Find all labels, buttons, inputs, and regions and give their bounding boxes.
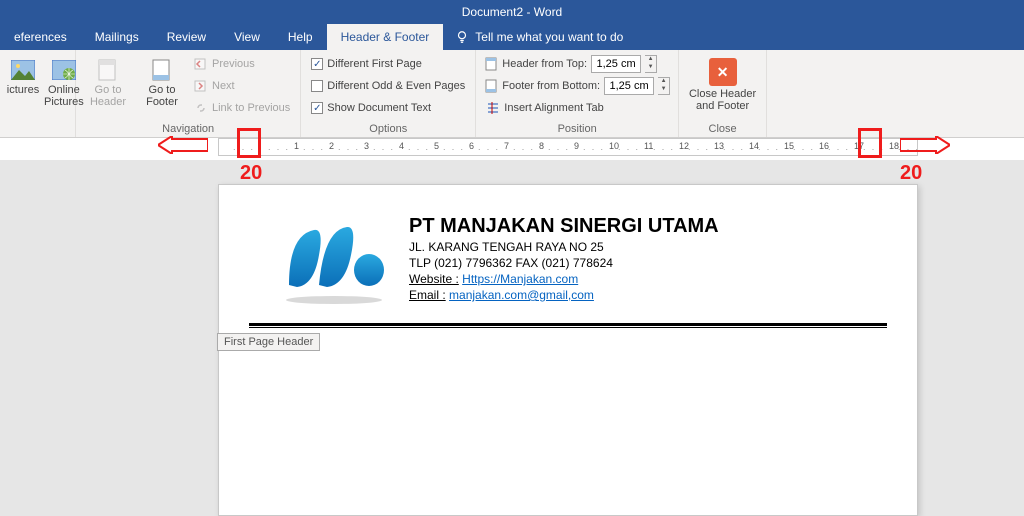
tab-help[interactable]: Help xyxy=(274,24,327,50)
tab-mailings[interactable]: Mailings xyxy=(81,24,153,50)
group-options: ✓ Different First Page Different Odd & E… xyxy=(301,50,476,137)
ribbon: ictures Online Pictures Go to Header Go … xyxy=(0,50,1024,138)
pictures-button[interactable]: ictures xyxy=(8,54,38,133)
previous-icon xyxy=(194,57,208,71)
tab-header-footer[interactable]: Header & Footer xyxy=(327,24,444,50)
checkbox-icon: ✓ xyxy=(311,58,323,70)
insert-alignment-tab-button[interactable]: Insert Alignment Tab xyxy=(484,98,670,118)
annotation-right-arrow-icon xyxy=(900,136,950,154)
close-header-footer-button[interactable]: ✕ Close Header and Footer xyxy=(683,54,763,112)
email-label: Email : xyxy=(409,288,446,302)
goto-footer-button[interactable]: Go to Footer xyxy=(138,54,186,121)
company-logo xyxy=(279,215,389,305)
previous-button: Previous xyxy=(192,54,292,74)
company-phone: TLP (021) 7796362 FAX (021) 778624 xyxy=(409,256,719,270)
website-label: Website : xyxy=(409,272,459,286)
window-title: Document2 - Word xyxy=(462,5,562,19)
different-odd-even-checkbox[interactable]: Different Odd & Even Pages xyxy=(309,76,467,96)
document-workspace: PT MANJAKAN SINERGI UTAMA JL. KARANG TEN… xyxy=(0,160,1024,516)
annotation-right-margin-box xyxy=(858,128,882,158)
header-content[interactable]: PT MANJAKAN SINERGI UTAMA JL. KARANG TEN… xyxy=(219,185,917,315)
position-group-label: Position xyxy=(484,121,670,135)
picture-icon xyxy=(11,60,35,80)
link-icon xyxy=(194,101,208,115)
link-previous-button: Link to Previous xyxy=(192,98,292,118)
header-tag: First Page Header xyxy=(217,333,320,351)
show-document-text-checkbox[interactable]: ✓ Show Document Text xyxy=(309,98,467,118)
tab-review[interactable]: Review xyxy=(153,24,220,50)
document-page[interactable]: PT MANJAKAN SINERGI UTAMA JL. KARANG TEN… xyxy=(218,184,918,516)
company-address: JL. KARANG TENGAH RAYA NO 25 xyxy=(409,240,719,254)
close-icon: ✕ xyxy=(709,58,737,86)
group-close: ✕ Close Header and Footer Close xyxy=(679,50,767,137)
tab-view[interactable]: View xyxy=(220,24,274,50)
options-group-label: Options xyxy=(309,121,467,135)
header-top-spinner[interactable]: ▲▼ xyxy=(645,55,657,73)
close-group-label: Close xyxy=(687,121,758,135)
tell-me-search[interactable]: Tell me what you want to do xyxy=(443,24,623,50)
different-first-page-checkbox[interactable]: ✓ Different First Page xyxy=(309,54,467,74)
tab-references[interactable]: eferences xyxy=(0,24,81,50)
title-bar: Document2 - Word xyxy=(0,0,1024,24)
header-divider xyxy=(249,323,887,328)
checkbox-icon: ✓ xyxy=(311,102,323,114)
footer-bottom-input[interactable] xyxy=(604,77,654,95)
group-navigation: Go to Header Go to Footer Previous Next … xyxy=(76,50,301,137)
annotation-left-arrow-icon xyxy=(158,136,208,154)
header-top-icon xyxy=(484,57,498,71)
annotation-left-margin-box xyxy=(237,128,261,158)
footer-bottom-spinner[interactable]: ▲▼ xyxy=(658,77,670,95)
company-website-line: Website : Https://Manjakan.com xyxy=(409,272,719,286)
alignment-tab-icon xyxy=(486,101,500,115)
goto-footer-icon xyxy=(151,59,173,81)
email-link[interactable]: manjakan.com@gmail,com xyxy=(449,288,594,302)
annotation-right-number: 20 xyxy=(900,162,922,185)
footer-bottom-label: Footer from Bottom: xyxy=(502,80,600,92)
goto-header-button: Go to Header xyxy=(84,54,132,121)
goto-header-icon xyxy=(97,59,119,81)
group-insert: ictures Online Pictures xyxy=(0,50,76,137)
lightbulb-icon xyxy=(455,30,469,44)
next-button: Next xyxy=(192,76,292,96)
horizontal-ruler[interactable]: ······1···2···3···4···5···6···7···8···9·… xyxy=(218,138,918,156)
ribbon-tab-strip: eferences Mailings Review View Help Head… xyxy=(0,24,1024,50)
header-top-input[interactable] xyxy=(591,55,641,73)
checkbox-icon xyxy=(311,80,323,92)
next-icon xyxy=(194,79,208,93)
company-name: PT MANJAKAN SINERGI UTAMA xyxy=(409,215,719,238)
annotation-left-number: 20 xyxy=(240,162,262,185)
online-picture-icon xyxy=(52,60,76,80)
website-link[interactable]: Https://Manjakan.com xyxy=(462,272,578,286)
company-info: PT MANJAKAN SINERGI UTAMA JL. KARANG TEN… xyxy=(409,215,719,305)
group-position: Header from Top: ▲▼ Footer from Bottom: … xyxy=(476,50,679,137)
company-email-line: Email : manjakan.com@gmail,com xyxy=(409,288,719,302)
footer-bottom-icon xyxy=(484,79,498,93)
navigation-group-label: Navigation xyxy=(84,121,292,135)
header-top-label: Header from Top: xyxy=(502,58,587,70)
